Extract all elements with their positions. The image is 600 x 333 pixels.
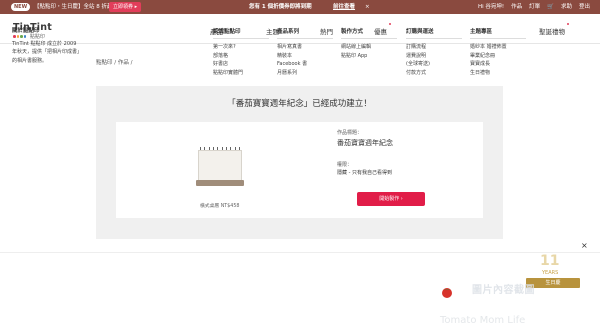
footer-col-heading: 訂購與運送 — [406, 27, 462, 39]
calendar-page — [198, 150, 242, 181]
footer-link[interactable]: 寶寶成長 — [470, 60, 526, 69]
notification-dot — [389, 23, 391, 25]
start-making-button[interactable]: 開始製作 › — [357, 192, 425, 206]
footer-link[interactable]: 相片寫真書 — [277, 43, 333, 52]
footer-col-about: 認識點點印 第一次來? 部落格 好書店 點點印實體門 — [213, 27, 269, 77]
desk-calendar-thumbnail — [196, 147, 244, 186]
greeting-link[interactable]: Hi 谷宛坤! — [478, 3, 504, 11]
about-heading: 關於點點印 — [12, 28, 40, 34]
orders-link[interactable]: 訂單 — [529, 3, 540, 11]
footer-link[interactable]: 好書店 — [213, 60, 269, 69]
about-section: 關於點點印 TinTint 點點印 成立於 2009 年秋天，提供「把相片印成書… — [12, 27, 82, 65]
footer-col-ordering: 訂購與運送 訂購流程 運費說明 (全球寄送) 付款方式 — [406, 27, 462, 77]
footer-col-methods: 製作方式 網站線上編輯 點點印 App — [341, 27, 397, 60]
footer-link[interactable]: 生日禮物 — [470, 69, 526, 78]
product-name: 橫式桌曆 NT$458 — [200, 204, 240, 209]
footer-link[interactable]: 點點印實體門 — [213, 69, 269, 78]
notification-dot — [567, 23, 569, 25]
footer-col-heading: 主題專區 — [470, 27, 526, 39]
footer-link[interactable]: 點點印 App — [341, 52, 397, 61]
footer-link[interactable]: 網站線上編輯 — [341, 43, 397, 52]
close-icon[interactable]: × — [581, 241, 588, 250]
footer-link[interactable]: (全球寄送) — [406, 60, 462, 69]
footer-col-heading: 產品系列 — [277, 27, 333, 39]
footer-col-themes: 主題專區 婚紗本 婚禮佈置 畢業紀念冊 寶寶成長 生日禮物 — [470, 27, 526, 77]
footer-link[interactable]: 訂購流程 — [406, 43, 462, 52]
footer-col-heading: 認識點點印 — [213, 27, 269, 39]
permission-label: 權限： — [337, 162, 353, 168]
success-panel: 「番茄寶寶週年紀念」已經成功建立！ 橫式桌曆 NT$458 作品標題： 番茄寶寶… — [96, 86, 503, 239]
claim-coupon-button[interactable]: 立即領券 ▸ — [109, 2, 142, 12]
work-card: 橫式桌曆 NT$458 作品標題： 番茄寶寶週年紀念 權限： 隱藏 - 只有我自… — [116, 122, 483, 218]
watermark: Tomato Mom Life — [440, 315, 526, 326]
coupon-expiry-message: 您有 1 個折價券即將到期 — [249, 4, 312, 10]
work-title-value: 番茄寶寶週年紀念 — [337, 139, 393, 147]
footer-link[interactable]: 運費說明 — [406, 52, 462, 61]
badge-year: YEARS — [542, 270, 559, 276]
footer-link[interactable]: 付款方式 — [406, 69, 462, 78]
calendar-base — [196, 180, 244, 186]
nav-christmas-label: 聖誕禮物 — [539, 28, 565, 36]
works-link[interactable]: 作品 — [511, 3, 522, 11]
new-badge: NEW — [11, 3, 31, 11]
footer-link[interactable]: 畢業紀念冊 — [470, 52, 526, 61]
tomato-icon — [442, 288, 452, 298]
work-title-label: 作品標題： — [337, 130, 363, 136]
permission-value: 隱藏 - 只有我自己看得到 — [337, 170, 392, 176]
watermark: 圖片內容截圖 — [472, 285, 535, 296]
account-links: Hi 谷宛坤! 作品 訂單 🛒 求助 登出 — [478, 3, 590, 11]
footer-link[interactable]: 月曆系列 — [277, 69, 333, 78]
footer-link[interactable]: 婚紗本 婚禮佈置 — [470, 43, 526, 52]
success-title: 「番茄寶寶週年紀念」已經成功建立！ — [227, 99, 372, 109]
footer-link[interactable]: Facebook 書 — [277, 60, 333, 69]
breadcrumb[interactable]: 點點印 / 作品 / — [96, 58, 132, 66]
footer-link[interactable]: 部落格 — [213, 52, 269, 61]
close-icon[interactable]: × — [365, 3, 370, 11]
cart-icon[interactable]: 🛒 — [547, 3, 554, 11]
footer-link[interactable]: 第一次來? — [213, 43, 269, 52]
footer-col-heading: 製作方式 — [341, 27, 397, 39]
help-link[interactable]: 求助 — [561, 3, 572, 11]
badge-number: 11 — [540, 253, 560, 269]
footer-col-products: 產品系列 相片寫真書 精裝本 Facebook 書 月曆系列 — [277, 27, 333, 77]
view-coupon-link[interactable]: 前往查看 — [333, 3, 355, 11]
promo-text[interactable]: 【點點印・生日慶】全站 8 折起！ — [34, 3, 118, 11]
promo-bar: NEW 【點點印・生日慶】全站 8 折起！ 立即領券 ▸ 您有 1 個折價券即將… — [0, 0, 600, 14]
about-text: TinTint 點點印 成立於 2009 年秋天，提供「把相片印成書」的相片書服… — [12, 40, 83, 64]
nav-christmas-gifts[interactable]: 聖誕禮物 — [539, 23, 569, 36]
logout-link[interactable]: 登出 — [579, 3, 590, 11]
footer-link[interactable]: 精裝本 — [277, 52, 333, 61]
